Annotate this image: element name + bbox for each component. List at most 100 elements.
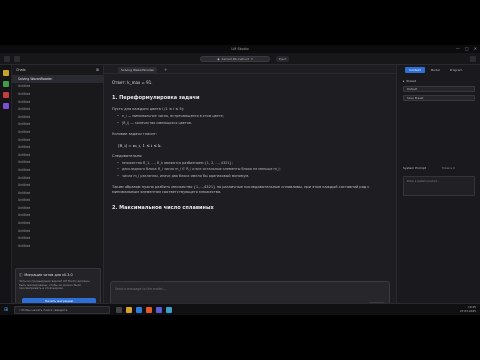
discover-icon[interactable]	[3, 103, 9, 109]
chat-list-item[interactable]: Untitled	[12, 128, 103, 136]
chat-list-item[interactable]: Untitled	[12, 227, 103, 235]
task-view-icon[interactable]	[116, 307, 122, 313]
chevron-down-icon: ▾	[251, 57, 253, 61]
paragraph-3: Следовательно:	[112, 153, 143, 158]
letterbox-bottom	[0, 315, 480, 360]
window-controls: — □ ✕	[456, 46, 477, 51]
chat-items: Solving WazarWooden Untitled Untitled Untit…	[12, 75, 103, 250]
taskbar: ⊞ ⌕ Чтобы начать поиск, введите 10:25 27…	[0, 303, 480, 315]
system-prompt-label: System Prompt	[403, 166, 426, 170]
chat-list-item[interactable]: Untitled	[12, 197, 103, 205]
chat-list-title: Chats	[16, 68, 26, 72]
chat-list-item[interactable]: Untitled	[12, 242, 103, 250]
chat-list-item[interactable]: Untitled	[12, 90, 103, 98]
chat-list-item[interactable]: Untitled	[12, 83, 103, 91]
notice-body: Чаты из предыдущих версий LM Studio долж…	[19, 279, 90, 291]
answer-line: Ответ: k_max = 91.	[112, 80, 153, 85]
minimize-button[interactable]: —	[456, 46, 460, 51]
chat-list-item[interactable]: Untitled	[12, 181, 103, 189]
system-prompt-row: System Prompt Tokens 0	[403, 166, 455, 170]
paragraph-1: Пусть для каждого цвета i (1 ≤ i ≤ 5):	[112, 107, 185, 111]
icon-rail	[0, 65, 12, 315]
new-chat-icon[interactable]	[14, 56, 20, 62]
chat-icon[interactable]	[3, 70, 9, 76]
paragraph-2: Условие задачи гласит:	[112, 131, 157, 136]
chat-list-item[interactable]: Untitled	[12, 204, 103, 212]
chat-list-item[interactable]: Untitled	[12, 159, 103, 167]
title-bar: LM Studio — □ ✕	[0, 45, 480, 53]
chat-list-header: Chats ⊞	[12, 65, 103, 75]
system-prompt-field[interactable]: Enter a system prompt...	[403, 176, 475, 196]
message-input[interactable]	[115, 286, 315, 291]
lmstudio-icon[interactable]	[166, 307, 172, 313]
app-icon[interactable]	[156, 307, 162, 313]
preset-icon: ▸	[403, 79, 405, 83]
preset-select[interactable]: Default	[403, 86, 475, 92]
start-icon[interactable]: ⊞	[4, 307, 8, 313]
preset-label: Preset	[406, 79, 416, 83]
chat-list-item[interactable]: Untitled	[12, 234, 103, 242]
chat-list-item[interactable]: Untitled	[12, 143, 103, 151]
tab-bar: Solving WazarWooden +	[104, 65, 396, 74]
maximize-button[interactable]: □	[465, 46, 469, 51]
edge-icon[interactable]	[136, 307, 142, 313]
model-selector[interactable]: ◆ llama3-8b-instruct ▾	[200, 56, 270, 62]
settings-panel: Context Model Program ▸ Preset Default S…	[396, 65, 480, 315]
window-title: LM Studio	[231, 47, 249, 51]
chat-list-item[interactable]: Untitled	[12, 136, 103, 144]
taskbar-search[interactable]: ⌕ Чтобы начать поиск, введите	[14, 306, 110, 314]
new-tab-icon[interactable]: +	[164, 67, 167, 72]
chat-list-item[interactable]: Untitled	[12, 113, 103, 121]
chat-list-item[interactable]: Untitled	[12, 219, 103, 227]
my-models-icon[interactable]	[3, 92, 9, 98]
bullet-1: n_i — минимальное число, встречающееся в…	[112, 114, 388, 119]
tab-program[interactable]: Program	[446, 67, 467, 73]
sidebar-toggle-icon[interactable]	[4, 56, 10, 62]
chat-list-item[interactable]: Untitled	[12, 212, 103, 220]
system-tray: 10:25 27.03.2025	[460, 305, 476, 314]
model-icon: ◆	[217, 57, 220, 61]
bullet-2: |R_i| — количество имеющихся цветов.	[112, 121, 388, 126]
section-heading-2: 2. Максимальное число сплавиных	[112, 204, 214, 211]
screen: LM Studio — □ ✕ ◆ llama3-8b-instruct ▾ E…	[0, 45, 480, 315]
firefox-icon[interactable]	[146, 307, 152, 313]
tab-context[interactable]: Context	[405, 67, 425, 73]
chat-list-item[interactable]: Untitled	[12, 166, 103, 174]
chat-list-item[interactable]: Untitled	[12, 105, 103, 113]
save-preset-button[interactable]: Save Preset	[403, 95, 475, 101]
letterbox-top	[0, 0, 480, 45]
bullet-5: числа m_i различны, иначе два блока имел…	[112, 174, 388, 179]
token-count: Tokens 0	[441, 166, 455, 170]
chat-list-item[interactable]: Untitled	[12, 121, 103, 129]
chat-list-item[interactable]: Untitled	[12, 189, 103, 197]
chat-list-item[interactable]: Untitled	[12, 98, 103, 106]
chat-main: Solving WazarWooden + Ответ: k_max = 91.…	[104, 65, 396, 315]
settings-icon[interactable]	[470, 56, 476, 62]
message-content: Ответ: k_max = 91. 1. Переформулировка з…	[112, 77, 388, 273]
developer-icon[interactable]	[3, 81, 9, 87]
chat-list-item[interactable]: Untitled	[12, 174, 103, 182]
tab-current-chat[interactable]: Solving WazarWooden	[118, 67, 158, 73]
bullet-3: множества R_1, …, R_k являются разбиение…	[112, 161, 388, 166]
toolbar-left	[4, 56, 20, 62]
notice-title-text: Миграция чатов для v0.3.0	[24, 272, 73, 277]
close-button[interactable]: ✕	[474, 46, 477, 51]
model-name: llama3-8b-instruct	[221, 57, 250, 61]
bullet-4: дескладного блока R_i число m_i ∈ R_i и …	[112, 167, 388, 172]
chat-list-panel: Chats ⊞ Solving WazarWooden Untitled Untit…	[12, 65, 104, 315]
chat-list-item[interactable]: Solving WazarWooden	[12, 75, 103, 83]
section-heading-1: 1. Переформулировка задачи	[112, 95, 200, 101]
notice-title: ⓘ Миграция чатов для v0.3.0	[19, 272, 97, 278]
toolbar-right	[470, 56, 476, 62]
explorer-icon[interactable]	[126, 307, 132, 313]
tab-model[interactable]: Model	[427, 67, 444, 73]
top-toolbar: ◆ llama3-8b-instruct ▾ Eject	[0, 53, 480, 65]
new-folder-icon[interactable]: ⊞	[96, 68, 99, 72]
clock-date[interactable]: 27.03.2025	[460, 309, 476, 314]
formula-block: |R_i| = m_i, 1 ≤ i ≤ k.	[118, 142, 162, 148]
chat-list-item[interactable]: Untitled	[12, 151, 103, 159]
taskbar-search-text: Чтобы начать поиск, введите	[20, 308, 68, 312]
eject-button[interactable]: Eject	[276, 56, 290, 62]
preset-row: ▸ Preset	[403, 79, 416, 83]
settings-tabs: Context Model Program	[405, 67, 466, 73]
